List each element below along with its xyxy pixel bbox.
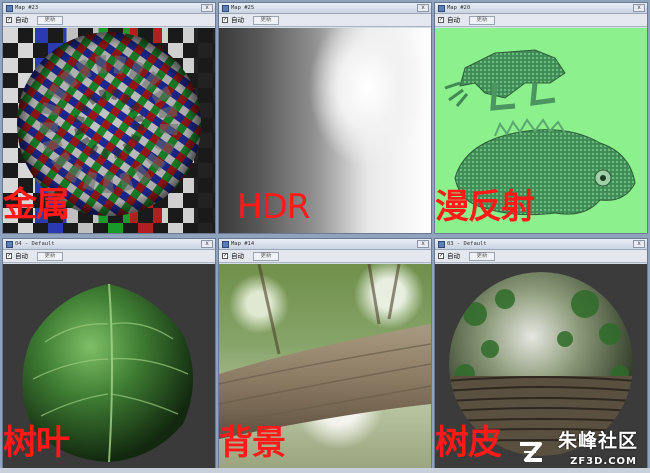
app-icon	[6, 5, 13, 12]
close-button[interactable]: x	[417, 4, 429, 12]
caption-background: 背景	[219, 423, 286, 463]
material-preview-window-map-23: Map #23 x ✓ 自动 更新 金属	[2, 2, 216, 234]
window-toolbar: ✓ 自动 更新	[435, 14, 647, 27]
app-icon	[222, 5, 229, 12]
auto-label: 自动	[15, 252, 28, 260]
update-button[interactable]: 更新	[253, 252, 279, 261]
caption-diffuse: 漫反射	[435, 187, 535, 227]
watermark-name: 朱峰社区	[557, 430, 638, 452]
window-title: Map #25	[231, 5, 255, 11]
window-titlebar[interactable]: Map #20 x	[435, 3, 647, 14]
window-toolbar: ✓ 自动 更新	[3, 250, 215, 263]
app-icon	[438, 241, 445, 248]
zf3d-logo-icon	[520, 442, 542, 462]
material-preview-window-map-25: Map #25 x ✓ 自动 更新 HDR	[218, 2, 432, 234]
app-icon	[222, 241, 229, 248]
close-button[interactable]: x	[633, 4, 645, 12]
window-titlebar[interactable]: 03 - Default x	[435, 239, 647, 250]
window-toolbar: ✓ 自动 更新	[219, 250, 431, 263]
window-titlebar[interactable]: 04 - Default x	[3, 239, 215, 250]
window-title: 03 - Default	[447, 241, 487, 247]
update-button[interactable]: 更新	[37, 252, 63, 261]
window-toolbar: ✓ 自动 更新	[219, 14, 431, 27]
watermark-domain: ZF3D.COM	[570, 456, 637, 467]
caption-leaf: 树叶	[3, 423, 70, 463]
close-button[interactable]: x	[633, 240, 645, 248]
update-button[interactable]: 更新	[469, 16, 495, 25]
app-icon	[6, 241, 13, 248]
auto-checkbox[interactable]: ✓	[6, 17, 12, 23]
material-preview-window-map-20: Map #20 x ✓ 自动 更新 漫反射	[434, 2, 648, 234]
preview-viewport: 漫反射	[435, 28, 647, 233]
auto-checkbox[interactable]: ✓	[222, 17, 228, 23]
caption-hdr: HDR	[237, 187, 310, 227]
auto-label: 自动	[447, 16, 460, 24]
caption-metal: 金属	[3, 185, 70, 225]
app-icon	[438, 5, 445, 12]
auto-checkbox[interactable]: ✓	[6, 253, 12, 259]
window-titlebar[interactable]: Map #23 x	[3, 3, 215, 14]
preview-viewport: 金属	[3, 28, 215, 233]
window-title: 04 - Default	[15, 241, 55, 247]
window-titlebar[interactable]: Map #14 x	[219, 239, 431, 250]
auto-label: 自动	[231, 16, 244, 24]
close-button[interactable]: x	[417, 240, 429, 248]
preview-viewport: HDR	[219, 28, 431, 233]
auto-checkbox[interactable]: ✓	[222, 253, 228, 259]
close-button[interactable]: x	[201, 4, 213, 12]
update-button[interactable]: 更新	[37, 16, 63, 25]
window-toolbar: ✓ 自动 更新	[3, 14, 215, 27]
window-title: Map #14	[231, 241, 255, 247]
caption-bark: 树皮	[435, 423, 502, 463]
status-bar	[0, 468, 650, 473]
window-titlebar[interactable]: Map #25 x	[219, 3, 431, 14]
update-button[interactable]: 更新	[469, 252, 495, 261]
material-preview-window-04-default: 04 - Default x ✓ 自动 更新 树叶	[2, 238, 216, 470]
preview-viewport: 树叶	[3, 264, 215, 469]
auto-label: 自动	[231, 252, 244, 260]
auto-label: 自动	[15, 16, 28, 24]
auto-checkbox[interactable]: ✓	[438, 17, 444, 23]
close-button[interactable]: x	[201, 240, 213, 248]
window-title: Map #20	[447, 5, 471, 11]
window-toolbar: ✓ 自动 更新	[435, 250, 647, 263]
auto-checkbox[interactable]: ✓	[438, 253, 444, 259]
window-title: Map #23	[15, 5, 39, 11]
update-button[interactable]: 更新	[253, 16, 279, 25]
material-preview-window-map-14: Map #14 x ✓ 自动 更新 背景	[218, 238, 432, 470]
auto-label: 自动	[447, 252, 460, 260]
preview-viewport: 背景	[219, 264, 431, 469]
